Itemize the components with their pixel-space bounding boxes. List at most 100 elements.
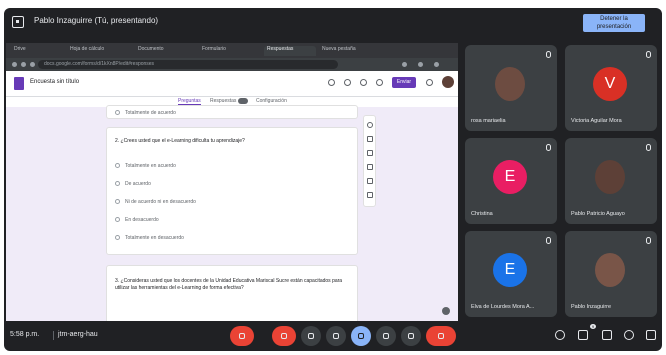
browser-tab[interactable]: Formulario	[202, 46, 260, 56]
option-row[interactable]: En desacuerdo	[115, 216, 159, 223]
import-icon[interactable]	[367, 136, 373, 142]
question-title: 2. ¿Crees usted que el e-Learning dificu…	[115, 138, 245, 144]
option-label: De acuerdo	[125, 180, 151, 187]
raise-hand-button[interactable]	[376, 326, 396, 346]
participant-tile[interactable]: rosa mariaelia	[465, 45, 557, 131]
mic-icon	[546, 51, 551, 58]
add-image-icon[interactable]	[367, 164, 373, 170]
divider	[53, 331, 54, 340]
meeting-time: 5:58 p.m.	[10, 331, 40, 338]
shared-screen: Drive Hoja de cálculo Documento Formular…	[6, 43, 458, 321]
people-icon[interactable]	[578, 330, 588, 340]
response-count-badge	[238, 98, 248, 104]
avatar[interactable]	[442, 76, 454, 88]
participant-name: rosa mariaelia	[471, 118, 506, 124]
add-question-icon[interactable]	[367, 122, 373, 128]
mic-icon	[646, 237, 651, 244]
help-icon[interactable]	[442, 307, 450, 315]
more-icon[interactable]	[426, 79, 433, 86]
option-label: Ni de acuerdo ni en desacuerdo	[125, 198, 196, 205]
tab-questions[interactable]: Preguntas	[178, 98, 201, 105]
add-title-icon[interactable]	[367, 150, 373, 156]
participant-name: Pablo Patricio Aguayo	[571, 211, 625, 217]
browser-tab[interactable]: Nueva pestaña	[322, 46, 374, 56]
stop-presenting-button[interactable]: Detener la presentación	[583, 14, 645, 32]
send-button[interactable]: Enviar	[392, 77, 416, 88]
captions-icon	[308, 333, 314, 339]
present-screen-icon	[12, 16, 24, 28]
participant-tile[interactable]: E Christina	[465, 138, 557, 224]
radio-icon	[115, 217, 120, 222]
leave-call-button[interactable]	[426, 326, 456, 346]
captions-button[interactable]	[301, 326, 321, 346]
preview-icon[interactable]	[344, 79, 351, 86]
address-bar: docs.google.com/forms/d/1kXn8P/edit#resp…	[6, 58, 458, 71]
question-card[interactable]: 2. ¿Crees usted que el e-Learning dificu…	[106, 127, 358, 255]
reload-icon[interactable]	[30, 62, 35, 67]
redo-icon[interactable]	[376, 79, 383, 86]
radio-icon	[115, 110, 120, 115]
participant-tile[interactable]: V Victoria Aguilar Mora	[565, 45, 657, 131]
back-icon[interactable]	[12, 62, 17, 67]
participant-tile[interactable]: E Elva de Lourdes Mora A...	[465, 231, 557, 317]
lock-icon[interactable]	[646, 330, 656, 340]
presenting-bar: Pablo Inzaguirre (Tú, presentando) Deten…	[4, 8, 662, 36]
tab-responses[interactable]: Respuestas	[210, 98, 236, 104]
meet-window: Pablo Inzaguirre (Tú, presentando) Deten…	[4, 8, 662, 351]
mic-icon	[546, 237, 551, 244]
radio-icon	[115, 181, 120, 186]
hand-icon	[383, 333, 389, 339]
mic-icon	[646, 144, 651, 151]
question-card[interactable]: 3. ¿Consideras usted que los docentes de…	[106, 265, 358, 321]
question-card[interactable]: Totalmente de acuerdo	[106, 105, 358, 119]
add-section-icon[interactable]	[367, 192, 373, 198]
present-icon	[358, 333, 364, 339]
info-icon[interactable]	[555, 330, 565, 340]
participant-tile[interactable]: Pablo Patricio Aguayo	[565, 138, 657, 224]
option-row[interactable]: Ni de acuerdo ni en desacuerdo	[115, 198, 196, 205]
browser-tab-active[interactable]: Respuestas	[264, 46, 316, 56]
tab-settings[interactable]: Configuración	[256, 98, 287, 104]
camera-off-button[interactable]	[272, 326, 296, 346]
mic-icon	[646, 51, 651, 58]
emoji-icon	[333, 333, 339, 339]
reactions-button[interactable]	[326, 326, 346, 346]
option-row[interactable]: Totalmente en acuerdo	[115, 162, 176, 169]
forward-icon[interactable]	[21, 62, 26, 67]
question-title: 3. ¿Consideras usted que los docentes de…	[115, 278, 343, 291]
chat-icon[interactable]	[602, 330, 612, 340]
profile-icon[interactable]	[418, 62, 423, 67]
camera-off-icon	[281, 333, 287, 339]
mic-icon	[546, 144, 551, 151]
participant-name: Christina	[471, 211, 493, 217]
presenting-title: Pablo Inzaguirre (Tú, presentando)	[34, 16, 159, 25]
participant-photo	[495, 67, 525, 101]
option-row[interactable]: De acuerdo	[115, 180, 151, 187]
meet-controls-bar: 5:58 p.m. jtm-aerg-hau 9	[4, 321, 662, 351]
menu-icon[interactable]	[434, 62, 439, 67]
browser-tab[interactable]: Documento	[138, 46, 196, 56]
participant-name: Elva de Lourdes Mora A...	[471, 304, 535, 310]
participant-count-badge: 9	[590, 324, 596, 329]
activities-icon[interactable]	[624, 330, 634, 340]
participant-avatar: E	[493, 160, 527, 194]
extension-icon[interactable]	[402, 62, 407, 67]
browser-tab[interactable]: Hoja de cálculo	[70, 46, 124, 56]
option-label: En desacuerdo	[125, 216, 159, 223]
url-field[interactable]: docs.google.com/forms/d/1kXn8P/edit#resp…	[38, 60, 338, 69]
mic-off-button[interactable]	[230, 326, 254, 346]
add-video-icon[interactable]	[367, 178, 373, 184]
participant-name: Victoria Aguilar Mora	[571, 118, 622, 124]
palette-icon[interactable]	[328, 79, 335, 86]
form-title[interactable]: Encuesta sin título	[30, 79, 79, 85]
participant-tile[interactable]: Pablo Inzaguirre	[565, 231, 657, 317]
browser-tab[interactable]: Drive	[14, 46, 66, 56]
option-row[interactable]: Totalmente de acuerdo	[115, 109, 176, 116]
option-row[interactable]: Totalmente en desacuerdo	[115, 234, 184, 241]
more-options-button[interactable]	[401, 326, 421, 346]
form-side-toolbar	[363, 115, 376, 207]
forms-header: Encuesta sin título Enviar	[6, 71, 458, 97]
phone-hangup-icon	[438, 333, 444, 339]
present-button[interactable]	[351, 326, 371, 346]
undo-icon[interactable]	[360, 79, 367, 86]
